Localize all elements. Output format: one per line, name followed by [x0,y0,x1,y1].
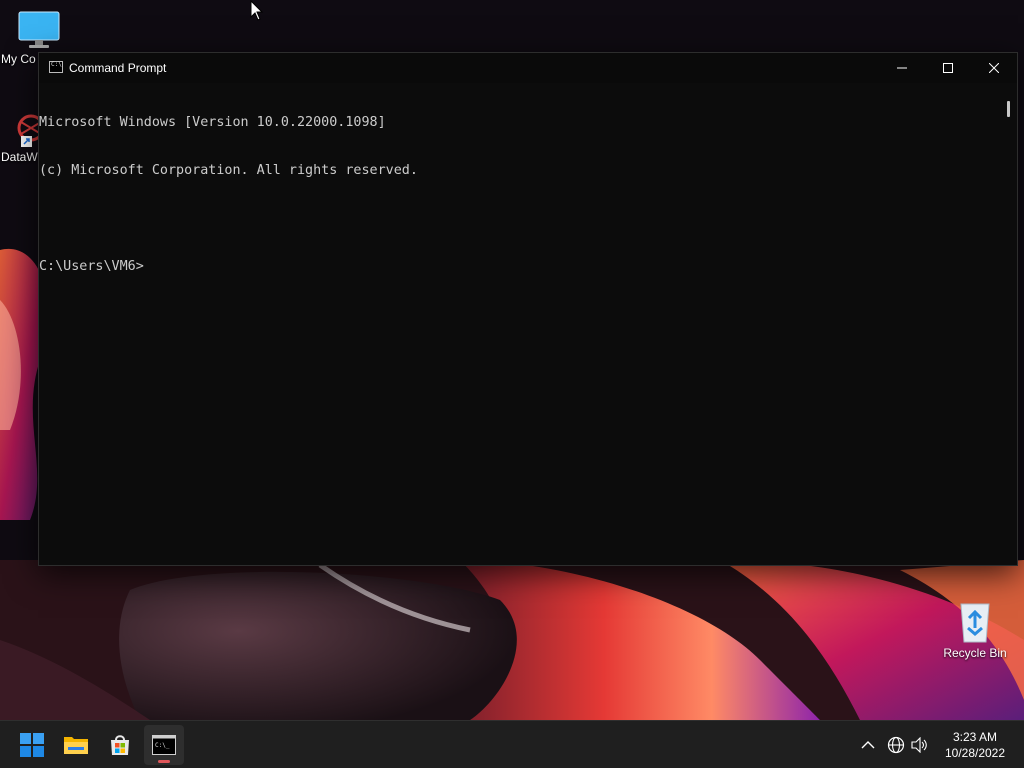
system-clock[interactable]: 3:23 AM 10/28/2022 [936,729,1014,761]
clock-date: 10/28/2022 [944,746,1006,760]
taskbar: C:\_ 3:23 AM 10/28/2022 [0,720,1024,768]
network-globe-icon [887,736,905,754]
file-explorer-button[interactable] [56,725,96,765]
command-prompt-window[interactable]: C:\ Command Prompt Microsoft Windows [Ve… [38,52,1018,566]
microsoft-store-button[interactable] [100,725,140,765]
command-prompt-icon: C:\_ [152,735,176,755]
mouse-cursor-icon [250,0,264,21]
console-prompt-line: C:\Users\VM6> [39,259,144,274]
desktop-icon-label: Recycle Bin [943,646,1007,660]
command-prompt-icon: C:\ [49,61,63,73]
window-title: Command Prompt [69,61,167,75]
console-line: (c) Microsoft Corporation. All rights re… [39,163,418,178]
close-icon [989,63,999,73]
minimize-button[interactable] [879,53,925,83]
console-line: Microsoft Windows [Version 10.0.22000.10… [39,115,386,130]
windows-start-icon [20,733,44,757]
scroll-thumb[interactable] [1007,101,1010,117]
command-prompt-taskbar-button[interactable]: C:\_ [144,725,184,765]
console-output[interactable]: Microsoft Windows [Version 10.0.22000.10… [39,83,1001,563]
show-hidden-icons-button[interactable] [858,735,878,755]
desktop-icon-recycle-bin[interactable]: Recycle Bin [935,598,1015,660]
minimize-icon [897,67,907,69]
network-button[interactable] [886,735,906,755]
volume-icon [911,737,927,753]
clock-time: 3:23 AM [952,730,998,744]
maximize-button[interactable] [925,53,971,83]
monitor-icon [18,11,60,48]
active-app-indicator [158,760,170,763]
file-explorer-icon [64,737,88,754]
recycle-bin-icon [960,603,990,643]
close-button[interactable] [971,53,1017,83]
microsoft-store-icon [111,735,129,755]
maximize-icon [943,63,953,73]
vertical-scrollbar[interactable] [1001,83,1017,563]
svg-text:C:\_: C:\_ [155,742,170,749]
chevron-up-icon [861,741,875,749]
start-button[interactable] [12,725,52,765]
volume-button[interactable] [910,735,930,755]
title-bar[interactable]: C:\ Command Prompt [39,53,1017,83]
